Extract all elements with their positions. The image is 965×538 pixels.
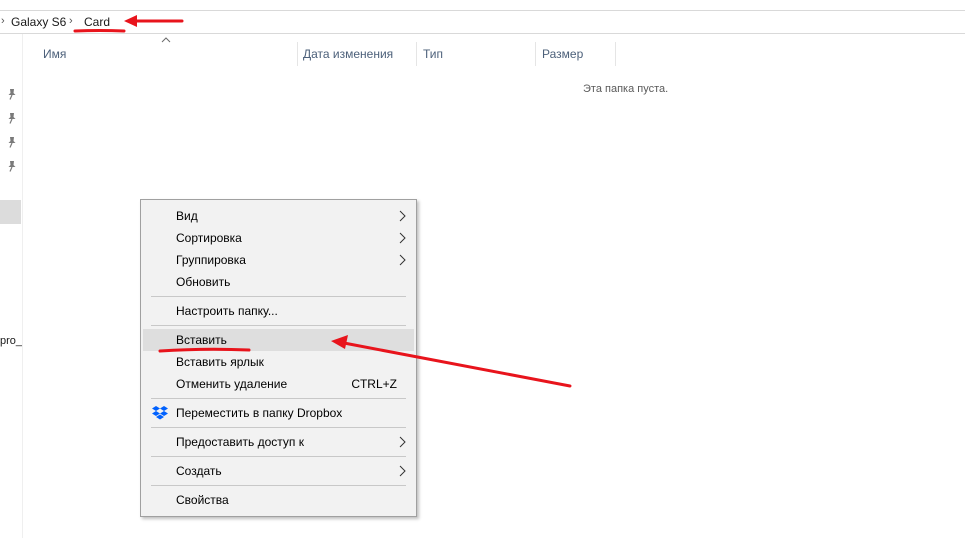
breadcrumb-separator[interactable]: › xyxy=(69,15,73,27)
dropbox-icon xyxy=(152,406,168,420)
menu-item-refresh[interactable]: Обновить xyxy=(143,271,414,293)
menu-separator xyxy=(151,427,406,428)
breadcrumb[interactable]: › Galaxy S6 › Card xyxy=(0,10,965,34)
menu-item-customize-folder[interactable]: Настроить папку... xyxy=(143,300,414,322)
menu-item-label: Вставить xyxy=(176,333,227,347)
chevron-right-icon xyxy=(399,232,406,244)
menu-item-paste[interactable]: Вставить xyxy=(143,329,414,351)
menu-item-label: Обновить xyxy=(176,275,231,289)
menu-item-label: Создать xyxy=(176,464,222,478)
menu-item-give-access[interactable]: Предоставить доступ к xyxy=(143,431,414,453)
breadcrumb-separator[interactable]: › xyxy=(1,15,5,27)
file-explorer-window: › Galaxy S6 › Card pro_ Имя Дата изменен… xyxy=(0,0,965,538)
menu-item-paste-shortcut[interactable]: Вставить ярлык xyxy=(143,351,414,373)
pin-icon[interactable] xyxy=(6,112,18,124)
menu-item-undo-delete[interactable]: Отменить удаление CTRL+Z xyxy=(143,373,414,395)
menu-item-label: Сортировка xyxy=(176,231,242,245)
menu-item-group[interactable]: Группировка xyxy=(143,249,414,271)
menu-separator xyxy=(151,398,406,399)
menu-item-label: Отменить удаление xyxy=(176,377,288,391)
menu-item-new[interactable]: Создать xyxy=(143,460,414,482)
menu-separator xyxy=(151,296,406,297)
column-header-name[interactable]: Имя xyxy=(43,47,66,61)
pin-icon[interactable] xyxy=(6,136,18,148)
menu-item-label: Предоставить доступ к xyxy=(176,435,304,449)
menu-item-label: Группировка xyxy=(176,253,246,267)
nav-item-selected[interactable] xyxy=(0,200,21,224)
column-divider[interactable] xyxy=(297,42,298,66)
breadcrumb-item-card[interactable]: Card xyxy=(84,15,110,29)
menu-separator xyxy=(151,485,406,486)
chevron-right-icon xyxy=(399,436,406,448)
menu-item-label: Настроить папку... xyxy=(176,304,278,318)
menu-item-move-to-dropbox[interactable]: Переместить в папку Dropbox xyxy=(143,402,414,424)
column-divider[interactable] xyxy=(615,42,616,66)
sort-ascending-icon xyxy=(161,37,171,43)
breadcrumb-item-galaxy-s6[interactable]: Galaxy S6 xyxy=(11,15,66,29)
menu-item-sort[interactable]: Сортировка xyxy=(143,227,414,249)
context-menu: Вид Сортировка Группировка Обновить Наст… xyxy=(140,199,417,517)
menu-separator xyxy=(151,456,406,457)
menu-separator xyxy=(151,325,406,326)
menu-item-label: Свойства xyxy=(176,493,229,507)
menu-item-label: Переместить в папку Dropbox xyxy=(176,406,343,420)
column-divider[interactable] xyxy=(416,42,417,66)
nav-item-truncated[interactable]: pro_ xyxy=(0,335,22,347)
menu-item-shortcut: CTRL+Z xyxy=(351,377,397,391)
chevron-right-icon xyxy=(399,254,406,266)
menu-item-properties[interactable]: Свойства xyxy=(143,489,414,511)
chevron-right-icon xyxy=(399,465,406,477)
menu-item-label: Вставить ярлык xyxy=(176,355,264,369)
column-header-type[interactable]: Тип xyxy=(423,47,443,61)
empty-folder-message: Эта папка пуста. xyxy=(583,83,669,95)
menu-item-label: Вид xyxy=(176,209,198,223)
menu-item-view[interactable]: Вид xyxy=(143,205,414,227)
column-header-size[interactable]: Размер xyxy=(542,47,583,61)
column-header-date[interactable]: Дата изменения xyxy=(303,47,393,61)
pin-icon[interactable] xyxy=(6,88,18,100)
navigation-pane: pro_ xyxy=(0,34,23,538)
pin-icon[interactable] xyxy=(6,160,18,172)
chevron-right-icon xyxy=(399,210,406,222)
column-divider[interactable] xyxy=(535,42,536,66)
